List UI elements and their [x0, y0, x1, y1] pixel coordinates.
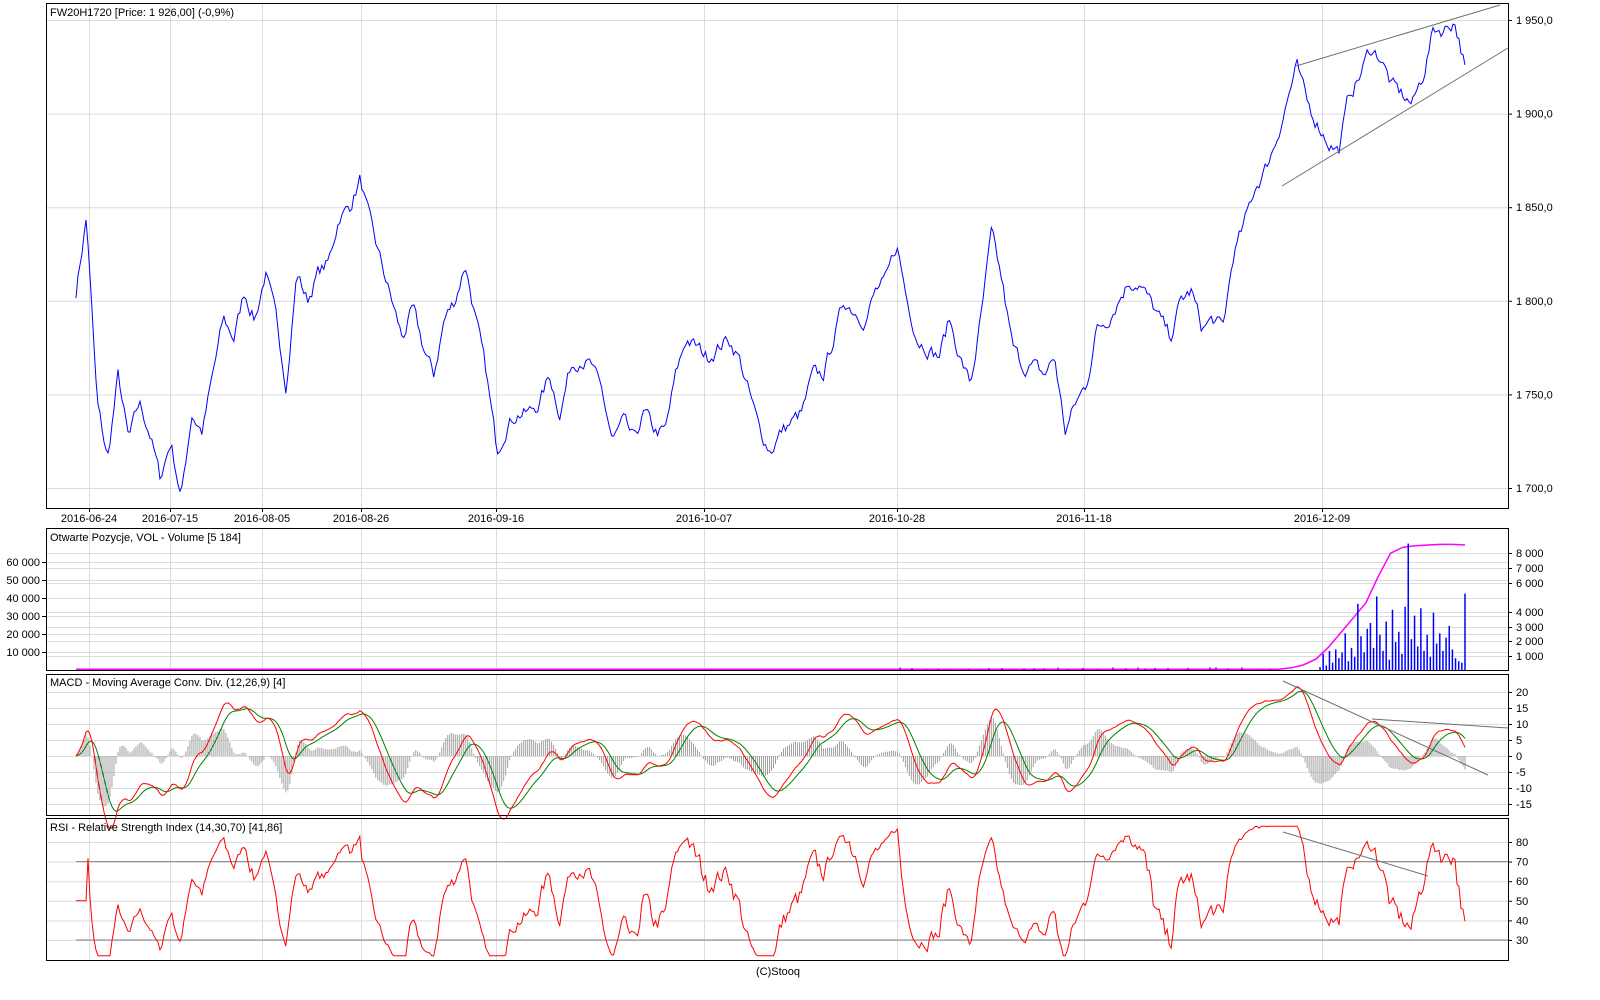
macd-panel: MACD - Moving Average Conv. Div. (12,26,… [46, 674, 1532, 830]
price-lower-trendline [1281, 47, 1509, 187]
volume-panel-frame [46, 528, 1509, 671]
volume-right-axis-tick-label: 2 000 [1516, 636, 1544, 648]
rsi-panel-title: RSI - Relative Strength Index (14,30,70)… [50, 822, 282, 834]
macd-axis-tick-label: -15 [1516, 799, 1532, 811]
volume-panel-title: Otwarte Pozycje, VOL - Volume [5 184] [50, 532, 241, 544]
macd-axis-tick-label: -10 [1516, 783, 1532, 795]
macd-axis-tick-label: 0 [1516, 751, 1522, 763]
footer-copyright: (C)Stooq [756, 966, 800, 978]
date-tick-label: 2016-12-09 [1294, 513, 1350, 525]
rsi-axis-tick-label: 40 [1516, 915, 1528, 927]
price-axis-tick-label: 1 900,0 [1516, 109, 1553, 121]
date-axis: 2016-06-24 2016-07-15 2016-08-05 2016-08-26… [61, 508, 1350, 525]
macd-axis-tick-label: 20 [1516, 687, 1528, 699]
rsi-axis-tick-label: 50 [1516, 896, 1528, 908]
volume-left-axis-tick-label: 50 000 [6, 575, 40, 587]
macd-axis-tick-label: 10 [1516, 719, 1528, 731]
open-interest-line [76, 543, 1466, 671]
price-panel: FW20H1720 [Price: 1 926,00] (-0,9%) 1 95… [46, 3, 1553, 509]
rsi-line [76, 825, 1466, 957]
stooq-chart: FW20H1720 [Price: 1 926,00] (-0,9%) 1 95… [6, 3, 1553, 978]
macd-axis-tick-label: -5 [1516, 767, 1526, 779]
volume-right-axis-tick-label: 7 000 [1516, 563, 1544, 575]
date-tick-label: 2016-06-24 [61, 513, 117, 525]
date-tick-label: 2016-08-26 [333, 513, 389, 525]
volume-left-axis-tick-label: 10 000 [6, 647, 40, 659]
macd-trendline [1371, 718, 1509, 729]
price-axis-tick-label: 1 850,0 [1516, 202, 1553, 214]
date-tick-label: 2016-07-15 [142, 513, 198, 525]
price-axis-tick-label: 1 950,0 [1516, 15, 1553, 27]
volume-left-axis-tick-label: 20 000 [6, 629, 40, 641]
date-tick-label: 2016-11-18 [1056, 513, 1111, 525]
price-line [75, 23, 1466, 493]
macd-panel-frame [46, 674, 1509, 816]
volume-left-axis-tick-label: 40 000 [6, 593, 40, 605]
volume-right-axis-tick-label: 6 000 [1516, 578, 1544, 590]
volume-right-axis-tick-label: 4 000 [1516, 607, 1544, 619]
price-axis-tick-label: 1 800,0 [1516, 296, 1553, 308]
rsi-axis-tick-label: 60 [1516, 876, 1528, 888]
rsi-axis-tick-label: 70 [1516, 857, 1528, 869]
volume-left-axis-tick-label: 60 000 [6, 557, 40, 569]
volume-left-axis-tick-label: 30 000 [6, 611, 40, 623]
rsi-axis-tick-label: 80 [1516, 837, 1528, 849]
volume-panel: Otwarte Pozycje, VOL - Volume [5 184] 60… [6, 528, 1544, 671]
date-tick-label: 2016-10-07 [676, 513, 732, 525]
volume-right-axis-tick-label: 1 000 [1516, 651, 1544, 663]
price-panel-title: FW20H1720 [Price: 1 926,00] (-0,9%) [50, 7, 234, 19]
date-tick-label: 2016-09-16 [468, 513, 524, 525]
price-axis-tick-label: 1 700,0 [1516, 483, 1553, 495]
volume-right-axis-tick-label: 8 000 [1516, 548, 1544, 560]
date-tick-label: 2016-08-05 [234, 513, 290, 525]
rsi-panel: RSI - Relative Strength Index (14,30,70)… [46, 818, 1528, 961]
price-axis-tick-label: 1 750,0 [1516, 389, 1553, 401]
rsi-axis-tick-label: 30 [1516, 935, 1528, 947]
date-tick-label: 2016-10-28 [869, 513, 925, 525]
price-panel-frame [46, 3, 1509, 509]
macd-axis-tick-label: 15 [1516, 703, 1528, 715]
volume-right-axis-tick-label: 3 000 [1516, 622, 1544, 634]
macd-axis-tick-label: 5 [1516, 735, 1522, 747]
price-upper-trendline [1295, 4, 1501, 67]
macd-panel-title: MACD - Moving Average Conv. Div. (12,26,… [50, 677, 285, 689]
